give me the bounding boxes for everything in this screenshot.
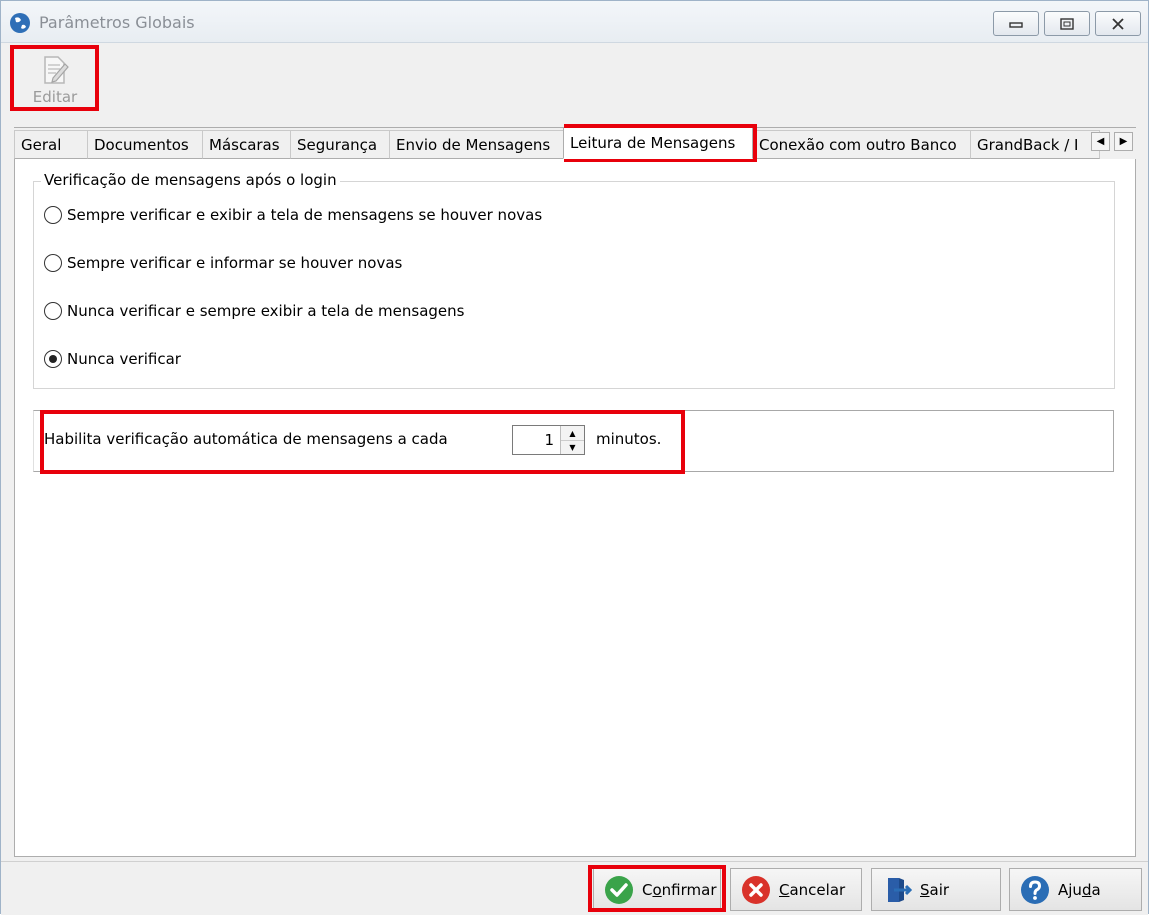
edit-document-icon [44,56,69,84]
toolbar: Editar [1,43,1148,121]
radio-label: Nunca verificar [67,350,181,368]
cancel-circle-icon [742,875,770,904]
spinner-buttons: ▲ ▼ [560,426,584,454]
spinner-down-button[interactable]: ▼ [561,440,584,454]
cancel-button[interactable]: Cancelar [730,868,862,911]
tab-strip: Geral Documentos Máscaras Segurança Envi… [14,128,1136,159]
check-circle-icon [605,875,633,904]
tab-leitura-mensagens[interactable]: Leitura de Mensagens [563,128,753,159]
tab-envio-mensagens[interactable]: Envio de Mensagens [389,130,564,159]
edit-label: Editar [32,88,78,106]
tab-mascaras[interactable]: Máscaras [202,130,291,159]
confirm-button[interactable]: Confirmar [593,868,721,911]
exit-label: Sair [920,880,950,899]
exit-button[interactable]: Sair [871,868,1001,911]
group-legend: Verificação de mensagens após o login [41,171,340,189]
maximize-icon [1060,17,1074,30]
tab-label: Documentos [94,135,189,154]
radio-option-1[interactable]: Sempre verificar e exibir a tela de mens… [44,206,542,224]
spinner-up-button[interactable]: ▲ [561,426,584,440]
tab-grandback[interactable]: GrandBack / I [970,130,1100,159]
radio-label: Sempre verificar e exibir a tela de mens… [67,206,543,224]
tab-conexao-outro-banco[interactable]: Conexão com outro Banco [752,130,971,159]
exit-door-icon [888,877,912,902]
radio-button[interactable] [44,302,62,320]
tab-label: GrandBack / I [977,135,1079,154]
title-bar: Parâmetros Globais [1,1,1148,43]
minutes-suffix: minutos. [596,430,662,448]
arrow-down-icon: ▼ [569,443,576,452]
edit-button[interactable]: Editar [13,48,97,110]
minutes-spinner[interactable]: 1 ▲ ▼ [512,425,585,455]
radio-option-3[interactable]: Nunca verificar e sempre exibir a tela d… [44,302,465,320]
tab-label: Conexão com outro Banco [759,135,957,154]
tab-scroll-left-button[interactable]: ◀ [1091,132,1110,151]
close-icon [1112,17,1124,30]
arrow-left-icon: ◀ [1096,136,1105,147]
minutes-value[interactable]: 1 [544,431,554,449]
maximize-button[interactable] [1044,11,1090,36]
radio-button[interactable] [44,254,62,272]
tab-label: Máscaras [209,135,280,154]
tab-geral[interactable]: Geral [14,130,88,159]
arrow-up-icon: ▲ [569,428,576,438]
tab-seguranca[interactable]: Segurança [290,130,390,159]
radio-option-4[interactable]: Nunca verificar [44,350,181,368]
cancel-label: Cancelar [779,880,846,899]
minimize-icon [1009,21,1023,28]
auto-check-label: Habilita verificação automática de mensa… [44,430,448,448]
tab-scroll-right-button[interactable]: ▶ [1114,132,1133,151]
window-title: Parâmetros Globais [39,13,195,32]
tab-label: Segurança [297,135,378,154]
help-label: Ajuda [1058,880,1101,899]
close-button[interactable] [1095,11,1141,36]
radio-button[interactable] [44,206,62,224]
tab-label: Geral [21,135,62,154]
arrow-right-icon: ▶ [1119,136,1128,147]
main-window: Parâmetros Globais Editar Geral Document… [0,0,1149,915]
tab-label: Envio de Mensagens [396,135,551,154]
help-button[interactable]: Ajuda [1009,868,1142,911]
tab-label: Leitura de Mensagens [570,133,736,152]
tab-documentos[interactable]: Documentos [87,130,203,159]
minimize-button[interactable] [993,11,1039,36]
confirm-label: Confirmar [642,880,717,899]
help-circle-icon [1021,875,1049,904]
radio-label: Sempre verificar e informar se houver no… [67,254,403,272]
radio-label: Nunca verificar e sempre exibir a tela d… [67,302,465,320]
radio-option-2[interactable]: Sempre verificar e informar se houver no… [44,254,402,272]
radio-button-checked[interactable] [44,350,62,368]
globe-icon [10,13,30,33]
